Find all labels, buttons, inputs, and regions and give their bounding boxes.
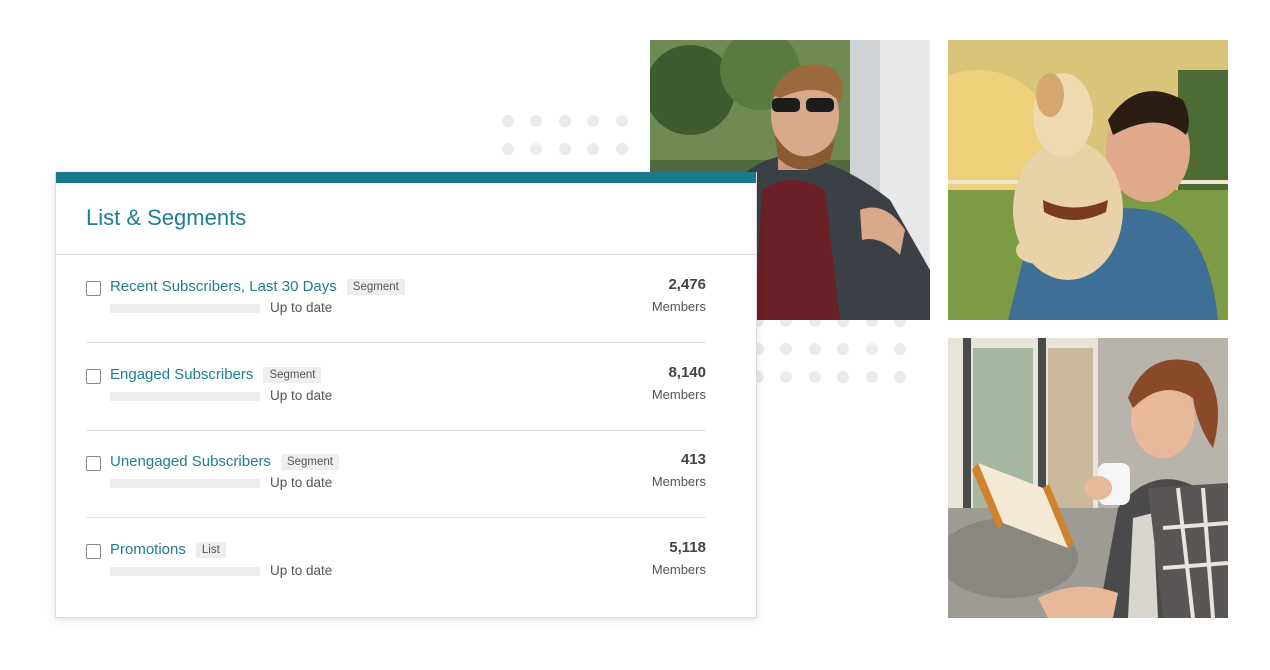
member-count-label: Members	[651, 387, 706, 402]
list-item-name[interactable]: Engaged Subscribers Segment	[110, 366, 322, 383]
member-count: 5,118	[669, 539, 706, 556]
sync-progress-bar	[110, 479, 260, 488]
row-checkbox[interactable]	[86, 369, 101, 384]
list-item: Recent Subscribers, Last 30 Days Segment …	[86, 255, 706, 343]
list-item: Engaged Subscribers Segment Up to date 8,…	[86, 343, 706, 431]
list-segments-panel: List & Segments Recent Subscribers, Last…	[55, 172, 757, 618]
list-item-title[interactable]: Unengaged Subscribers	[110, 453, 271, 470]
member-count-label: Members	[651, 474, 706, 489]
list-item-name[interactable]: Unengaged Subscribers Segment	[110, 453, 339, 470]
sync-progress-bar	[110, 392, 260, 401]
member-count-label: Members	[651, 299, 706, 314]
panel-accent-bar	[56, 172, 756, 183]
sync-status: Up to date	[270, 388, 333, 403]
sync-progress-bar	[110, 304, 260, 313]
list-item-title[interactable]: Recent Subscribers, Last 30 Days	[110, 278, 337, 295]
member-count: 413	[680, 451, 706, 468]
type-badge: Segment	[280, 454, 339, 470]
list-item-title[interactable]: Engaged Subscribers	[110, 366, 253, 383]
type-badge: Segment	[263, 367, 322, 383]
man-with-dog-photo	[948, 40, 1228, 320]
member-count: 8,140	[668, 364, 706, 381]
member-count-label: Members	[651, 562, 706, 577]
member-count: 2,476	[668, 276, 706, 293]
row-checkbox[interactable]	[86, 456, 101, 471]
list-item: Unengaged Subscribers Segment Up to date …	[86, 430, 706, 518]
row-checkbox[interactable]	[86, 281, 101, 296]
list-item-name[interactable]: Promotions List	[110, 541, 226, 558]
type-badge: Segment	[346, 279, 405, 295]
list-item: Promotions List Up to date 5,118 Members	[86, 518, 706, 606]
sync-status: Up to date	[270, 300, 333, 315]
panel-title: List & Segments	[56, 183, 756, 255]
sync-status: Up to date	[270, 475, 333, 490]
type-badge: List	[195, 542, 226, 558]
row-checkbox[interactable]	[86, 544, 101, 559]
woman-reading-photo	[948, 338, 1228, 618]
sync-progress-bar	[110, 567, 260, 576]
list-item-name[interactable]: Recent Subscribers, Last 30 Days Segment	[110, 278, 405, 295]
list-item-title[interactable]: Promotions	[110, 541, 186, 558]
sync-status: Up to date	[270, 563, 333, 578]
